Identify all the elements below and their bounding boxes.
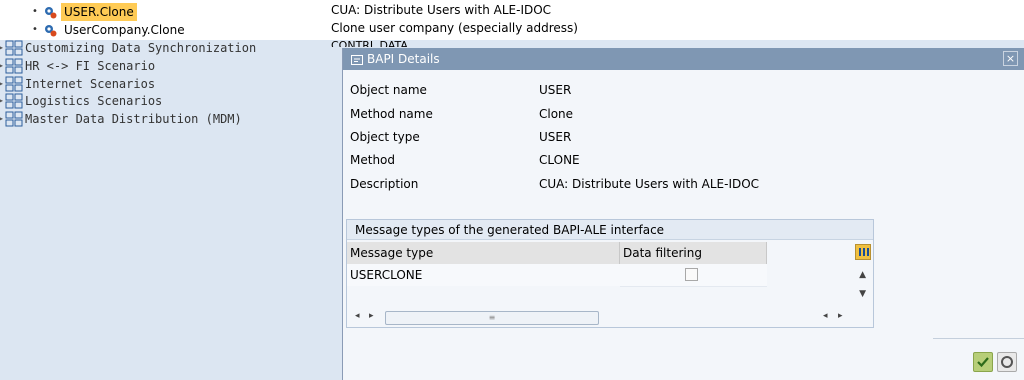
scroll-up-icon[interactable]: ▲ [859,270,866,280]
grid-title: Message types of the generated BAPI-ALE … [347,220,873,240]
method-gear-icon [43,5,57,19]
column-layout-icon[interactable] [855,244,871,260]
close-icon[interactable]: × [1003,51,1018,66]
method-gear-icon [43,23,57,37]
scroll-left-icon[interactable]: ◂ [823,311,828,321]
folder-group-icon [5,76,23,92]
scroll-down-icon[interactable]: ▼ [859,289,866,299]
scroll-right-icon[interactable]: ▸ [369,311,374,321]
tree-group-label: HR <-> FI Scenario [25,59,156,73]
column-header-message-type[interactable]: Message type [347,242,620,264]
divider [933,338,1024,348]
window-icon [351,54,363,65]
checkmark-icon [977,357,989,368]
tree-group-mdm[interactable]: ▸ Master Data Distribution (MDM) [0,110,242,128]
field-value: USER [539,130,572,144]
field-label: Description [350,177,419,191]
field-label: Method name [350,107,433,121]
tree-item-user-clone[interactable]: • USER.Clone [32,3,137,21]
tree-group-customizing[interactable]: ▸ Customizing Data Synchronization [0,39,256,57]
data-filtering-checkbox[interactable] [685,268,698,281]
cancel-icon [1001,356,1013,368]
tree-group-label: Master Data Distribution (MDM) [25,112,242,126]
expand-arrow-icon[interactable]: ▸ [0,57,4,75]
bullet-icon: • [32,6,38,17]
folder-group-icon [5,40,23,56]
scroll-right-icon[interactable]: ▸ [838,311,843,321]
expand-arrow-icon[interactable]: ▸ [0,92,4,110]
field-value: Clone [539,107,574,121]
cancel-button[interactable] [997,352,1017,372]
cell-data-filtering [620,264,767,286]
tree-item-label: UserCompany.Clone [64,23,185,37]
tree-group-label: Logistics Scenarios [25,94,163,108]
partial-description: CONTRL DATA [331,39,408,47]
horizontal-scroll-thumb[interactable]: ≡ [385,311,599,325]
folder-group-icon [5,58,23,74]
folder-group-icon [5,93,23,109]
bapi-details-dialog: BAPI Details × Object name USER Method n… [342,48,1024,380]
tree-group-hr-fi[interactable]: ▸ HR <-> FI Scenario [0,57,155,75]
empty-row [620,286,767,306]
field-label: Object name [350,83,427,97]
expand-arrow-icon[interactable]: ▸ [0,39,4,57]
dialog-body: Object name USER Method name Clone Objec… [343,70,1024,380]
tree-group-label: Internet Scenarios [25,77,156,91]
bullet-icon: • [32,24,38,35]
confirm-button[interactable] [973,352,993,372]
scroll-left-icon[interactable]: ◂ [355,311,360,321]
field-value: CUA: Distribute Users with ALE-IDOC [539,177,760,191]
tree-item-usercompany-clone[interactable]: • UserCompany.Clone [32,21,185,39]
tree-item-label: USER.Clone [61,3,137,21]
field-value: CLONE [539,153,580,167]
expand-arrow-icon[interactable]: ▸ [0,110,4,128]
cell-message-type[interactable]: USERCLONE [347,264,620,286]
field-value: USER [539,83,572,97]
field-label: Object type [350,130,420,144]
tree-group-logistics[interactable]: ▸ Logistics Scenarios [0,92,162,110]
column-header-data-filtering[interactable]: Data filtering [620,242,767,264]
field-label: Method [350,153,396,167]
dialog-title-bar[interactable]: BAPI Details × [343,48,1024,70]
tree-group-internet[interactable]: ▸ Internet Scenarios [0,75,155,93]
folder-group-icon [5,111,23,127]
tree-item-description: Clone user company (especially address) [331,21,578,35]
tree-item-description: CUA: Distribute Users with ALE-IDOC [331,3,552,17]
message-types-grid: Message types of the generated BAPI-ALE … [346,219,874,328]
tree-group-label: Customizing Data Synchronization [25,41,257,55]
dialog-title: BAPI Details [367,52,440,66]
expand-arrow-icon[interactable]: ▸ [0,75,4,93]
